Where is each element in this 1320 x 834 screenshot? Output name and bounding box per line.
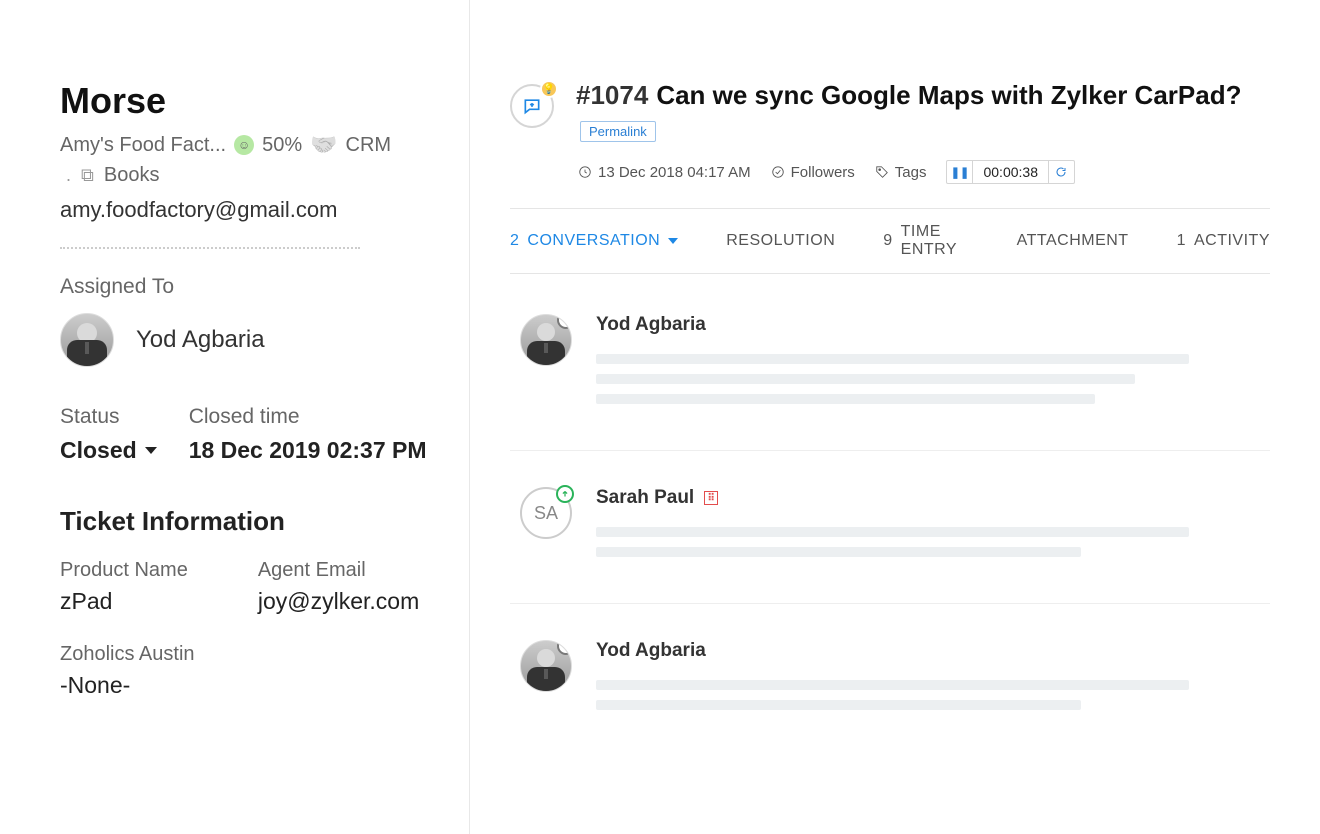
thread-item[interactable]: Yod Agbaria <box>510 640 1270 730</box>
warning-icon: ⠿ <box>704 491 718 505</box>
followers-button[interactable]: Followers <box>771 164 855 181</box>
tab-time-entry[interactable]: 9 TIME ENTRY <box>883 223 968 259</box>
contact-email[interactable]: amy.foodfactory@gmail.com <box>60 197 439 223</box>
closed-time-label: Closed time <box>189 405 427 429</box>
chevron-down-icon <box>145 447 157 454</box>
tab-attachment[interactable]: ATTACHMENT <box>1017 223 1129 259</box>
channel-icon: 💡 <box>510 84 554 128</box>
product-name-value: zPad <box>60 588 188 615</box>
timer-widget: ❚❚ 00:00:38 <box>946 160 1075 184</box>
agent-email-value[interactable]: joy@zylker.com <box>258 588 419 615</box>
bulb-badge-icon: 💡 <box>540 80 558 98</box>
ticket-number: #1074 <box>576 80 648 111</box>
happiness-icon: ☺ <box>234 135 254 155</box>
ticket-subject: Can we sync Google Maps with Zylker CarP… <box>656 80 1241 111</box>
tab-resolution[interactable]: RESOLUTION <box>726 223 835 259</box>
thread-avatar <box>520 314 572 366</box>
clock-icon <box>578 165 592 179</box>
thread-author: Sarah Paul⠿ <box>596 487 1270 509</box>
contact-meta-row2: . ⧉ Books <box>60 164 439 187</box>
content-placeholder <box>596 700 1081 710</box>
assignee-row[interactable]: Yod Agbaria <box>60 313 439 367</box>
permalink-button[interactable]: Permalink <box>580 121 656 142</box>
ticket-detail-panel: 💡 #1074 Can we sync Google Maps with Zyl… <box>470 0 1320 834</box>
thread-direction-badge-icon <box>557 640 572 655</box>
ticket-info-heading: Ticket Information <box>60 506 439 537</box>
thread-item[interactable]: Yod Agbaria <box>510 314 1270 451</box>
thread-author: Yod Agbaria <box>596 314 1270 336</box>
handshake-icon: 🤝 <box>310 132 337 158</box>
assigned-to-label: Assigned To <box>60 275 439 299</box>
assignee-name: Yod Agbaria <box>136 326 265 354</box>
content-placeholder <box>596 394 1095 404</box>
thread-direction-badge-icon <box>556 485 574 503</box>
status-value: Closed <box>60 437 137 464</box>
zoholics-value: -None- <box>60 672 439 699</box>
content-placeholder <box>596 527 1189 537</box>
timer-pause-button[interactable]: ❚❚ <box>947 161 973 183</box>
timer-value: 00:00:38 <box>973 164 1048 180</box>
contact-meta-row: Amy's Food Fact... ☺ 50% 🤝 CRM <box>60 132 439 158</box>
contact-panel: Morse Amy's Food Fact... ☺ 50% 🤝 CRM . ⧉… <box>0 0 470 834</box>
content-placeholder <box>596 680 1189 690</box>
status-dropdown[interactable]: Closed <box>60 437 157 464</box>
check-circle-icon <box>771 165 785 179</box>
thread-avatar <box>520 640 572 692</box>
timer-refresh-button[interactable] <box>1048 161 1074 183</box>
conversation-thread-list: Yod Agbaria SA Sarah Paul⠿ Yod Agbaria <box>510 314 1270 730</box>
agent-email-label: Agent Email <box>258 559 419 582</box>
tab-bar: 2 CONVERSATION RESOLUTION 9 TIME ENTRY A… <box>510 208 1270 274</box>
crm-link[interactable]: CRM <box>346 134 392 157</box>
chevron-down-icon <box>668 238 678 244</box>
contact-name[interactable]: Morse <box>60 80 439 122</box>
content-placeholder <box>596 547 1081 557</box>
thread-avatar: SA <box>520 487 572 539</box>
zoholics-label: Zoholics Austin <box>60 643 439 666</box>
assignee-avatar <box>60 313 114 367</box>
books-icon: ⧉ <box>81 165 94 186</box>
ticket-created-time: 13 Dec 2018 04:17 AM <box>578 164 751 181</box>
tab-activity[interactable]: 1 ACTIVITY <box>1177 223 1270 259</box>
closed-time-value: 18 Dec 2019 02:37 PM <box>189 437 427 464</box>
product-name-label: Product Name <box>60 559 188 582</box>
tab-conversation[interactable]: 2 CONVERSATION <box>510 223 678 259</box>
content-placeholder <box>596 354 1189 364</box>
tag-icon <box>875 165 889 179</box>
tags-button[interactable]: Tags <box>875 164 927 181</box>
thread-item[interactable]: SA Sarah Paul⠿ <box>510 487 1270 604</box>
thread-direction-badge-icon <box>557 314 572 329</box>
status-label: Status <box>60 405 157 429</box>
divider <box>60 247 360 249</box>
separator-dot: . <box>66 165 71 186</box>
thread-author: Yod Agbaria <box>596 640 1270 662</box>
content-placeholder <box>596 374 1135 384</box>
happiness-percent: 50% <box>262 134 302 157</box>
books-link[interactable]: Books <box>104 164 160 187</box>
company-name[interactable]: Amy's Food Fact... <box>60 134 226 157</box>
ticket-meta-row: 13 Dec 2018 04:17 AM Followers Tags ❚❚ 0… <box>578 160 1270 184</box>
